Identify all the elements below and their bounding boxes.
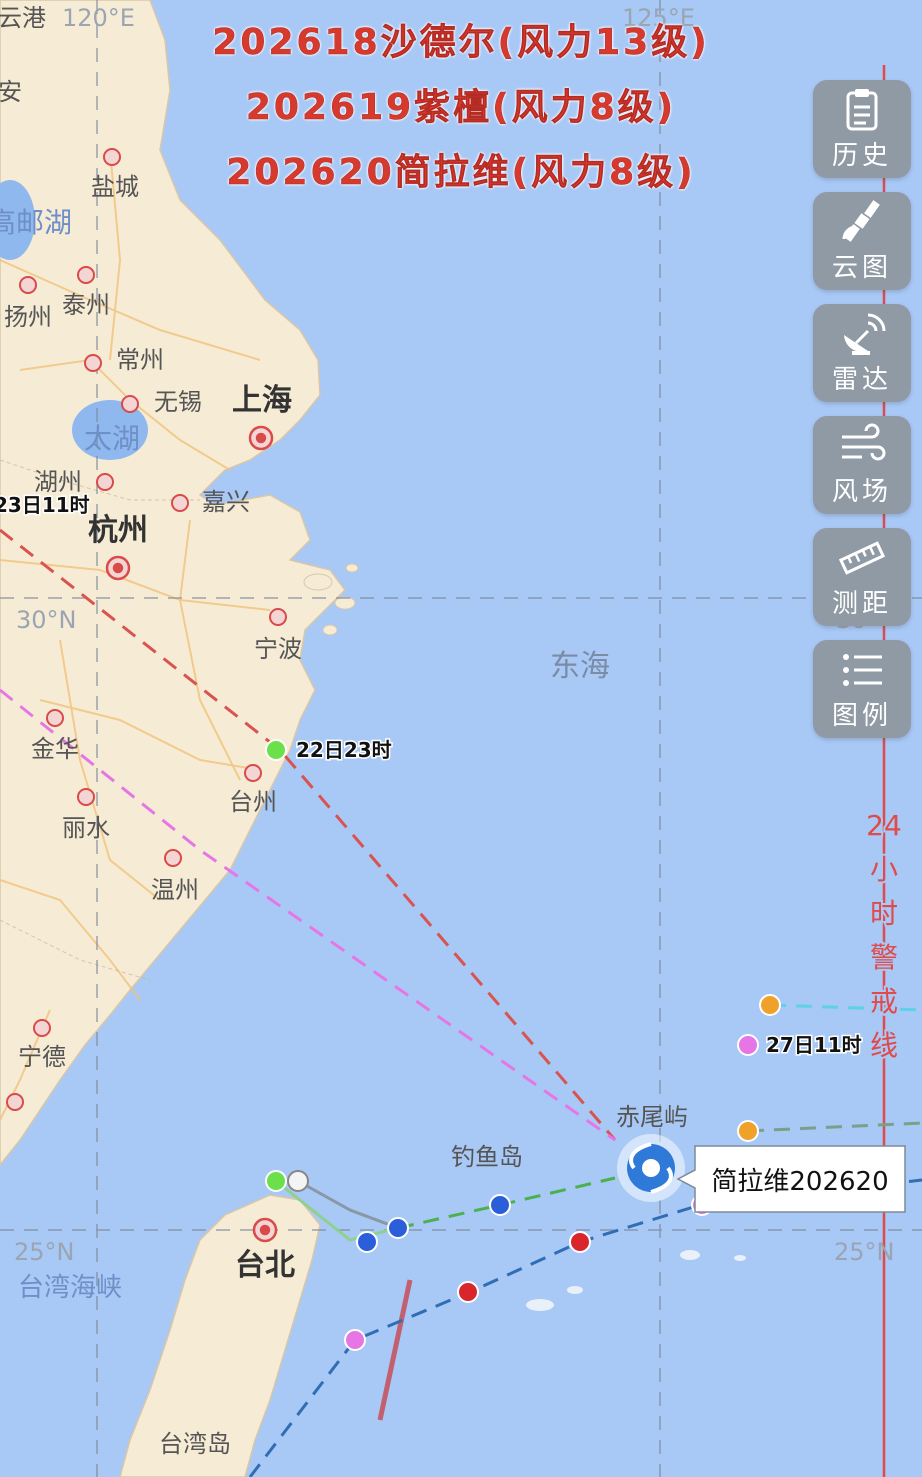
track-point-red[interactable] [457,1281,479,1303]
city-taizhou-zj: 台州 [229,788,277,816]
track-point-red[interactable] [569,1231,591,1253]
city-taiwan-island: 台湾岛 [159,1430,231,1458]
measure-distance-button[interactable]: 测距 [813,528,911,626]
typhoon-callout[interactable]: 简拉维202620 [676,1145,906,1213]
legend-button[interactable]: 图例 [813,640,911,738]
track-point-blue[interactable] [387,1217,409,1239]
track-point-blue[interactable] [356,1231,378,1253]
track-point-green[interactable] [265,739,287,761]
radar-button-label: 雷达 [831,364,892,395]
city-shanghai: 上海 [232,383,292,418]
wind-field-button[interactable]: 风场 [813,416,911,514]
track-point-orange[interactable] [759,994,781,1016]
radar-button[interactable]: 雷达 [813,304,911,402]
wind-icon [842,423,886,460]
ruler-icon [838,540,886,575]
title-line-shadel: 202618沙德尔(风力13级) [212,22,710,64]
track-point-orange[interactable] [737,1120,759,1142]
wind-field-button-label: 风场 [831,476,892,507]
city-wenzhou: 温州 [151,876,199,904]
legend-list-icon [843,653,882,686]
map-toolbar: 历史 云图 雷达 风场 测距 图例 [813,80,911,752]
cloud-image-button[interactable]: 云图 [813,192,911,290]
track-label-27: 27日11时 [766,1033,862,1057]
satellite-icon [842,199,880,242]
track-label-22: 22日23时 [296,738,392,762]
track-point-white[interactable] [287,1170,309,1192]
city-lishui: 丽水 [62,814,110,842]
lat-25-right-label: 25°N [834,1238,895,1266]
city-ningde: 宁德 [18,1043,66,1071]
lat-25-left-label: 25°N [14,1238,75,1266]
radar-dish-icon [844,313,886,355]
typhoon-icon[interactable] [617,1134,685,1202]
history-button-label: 历史 [831,140,892,171]
city-changzhou: 常州 [116,346,164,374]
taihu-label: 太湖 [84,422,140,455]
city-jinhua: 金华 [31,735,79,763]
track-point-green-past[interactable] [265,1170,287,1192]
city-jiaxing: 嘉兴 [202,488,250,516]
history-button[interactable]: 历史 [813,80,911,178]
gaoyou-label: 高邮湖 [0,206,72,239]
measure-distance-button-label: 测距 [831,588,892,619]
track-point-pink[interactable] [737,1034,759,1056]
track-point-pink[interactable] [344,1329,366,1351]
city-taipei: 台北 [235,1248,295,1283]
title-line-janlawit: 202620简拉维(风力8级) [226,152,696,194]
city-taizhou-js: 泰州 [62,291,110,319]
island-diaoyu: 钓鱼岛 [451,1143,523,1171]
city-wuxi: 无锡 [154,388,202,416]
island-chiwei: 赤尾屿 [616,1103,688,1131]
track-point-blue[interactable] [489,1194,511,1216]
east-china-sea-label: 东海 [550,649,610,684]
city-huzhou: 湖州 [34,468,82,496]
cloud-image-button-label: 云图 [831,252,892,283]
history-clipboard-icon [846,88,878,130]
city-ningbo: 宁波 [254,635,302,663]
title-block: 202618沙德尔(风力13级) 202619紫檀(风力8级) 202620简拉… [0,10,922,205]
city-hangzhou: 杭州 [88,513,148,548]
typhoon-map[interactable]: 简拉维202620 120°E 125°E 30°N 25°N 25°N 30 … [0,0,922,1477]
taiwan-strait-label: 台湾海峡 [18,1273,122,1303]
legend-button-label: 图例 [831,700,892,731]
city-yangzhou: 扬州 [4,303,52,331]
typhoon-callout-text: 简拉维202620 [711,1167,888,1197]
track-label-23: 23日11时 [0,493,90,517]
title-line-zitan: 202619紫檀(风力8级) [245,87,677,129]
lat-30-label: 30°N [16,606,77,634]
